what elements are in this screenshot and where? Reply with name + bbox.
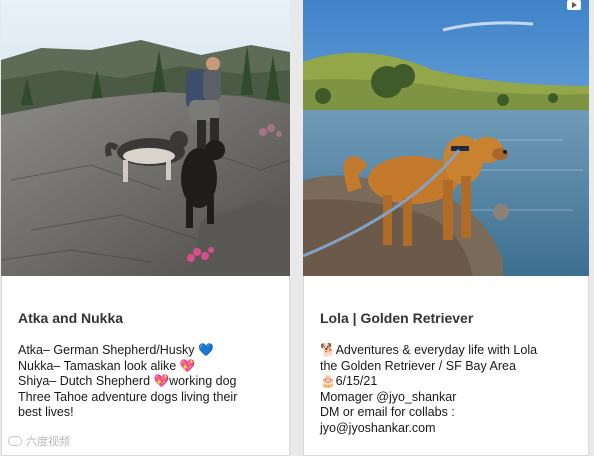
watermark-logo-icon — [8, 436, 22, 446]
description-line: best lives! — [18, 405, 74, 419]
description-line: Three Tahoe adventure dogs living their — [18, 389, 238, 404]
description-line: jyo@jyoshankar.com — [320, 420, 436, 435]
description-line: Shiya– Dutch Shepherd 💖working dog — [18, 374, 237, 388]
description-line: DM or email for collabs : — [320, 405, 455, 419]
card-title[interactable]: Atka and Nukka — [18, 308, 278, 328]
watermark-text: 六度视频 — [26, 436, 70, 448]
creator-card-atka-nukka[interactable]: Atka and Nukka Atka– German Shepherd/Hus… — [1, 0, 290, 456]
card-body: Lola | Golden Retriever 🐕Adventures & ev… — [320, 308, 577, 436]
card-description: Atka– German Shepherd/Husky 💙 Nukka– Tam… — [18, 343, 278, 421]
description-line: Momager @jyo_shankar — [320, 389, 457, 404]
hiker-dogs-photo — [1, 0, 290, 276]
description-line: the Golden Retriever / SF Bay Area — [320, 358, 516, 373]
card-description: 🐕Adventures & everyday life with Lola th… — [320, 343, 577, 436]
card-photo[interactable] — [1, 0, 290, 276]
description-line: Nukka– Tamaskan look alike 💖 — [18, 358, 196, 373]
creator-card-lola[interactable]: Lola | Golden Retriever 🐕Adventures & ev… — [303, 0, 589, 456]
video-play-icon[interactable] — [567, 0, 581, 10]
description-line: 🐕Adventures & everyday life with Lola — [320, 343, 538, 357]
watermark: 六度视频 — [8, 433, 70, 449]
golden-retriever-photo — [303, 0, 589, 276]
creator-cards-page: Atka and Nukka Atka– German Shepherd/Hus… — [0, 0, 594, 456]
description-line: 🎂6/15/21 — [320, 374, 378, 388]
description-line: Atka– German Shepherd/Husky 💙 — [18, 343, 214, 357]
card-photo[interactable] — [303, 0, 589, 276]
card-title[interactable]: Lola | Golden Retriever — [320, 308, 577, 328]
card-body: Atka and Nukka Atka– German Shepherd/Hus… — [18, 308, 278, 421]
